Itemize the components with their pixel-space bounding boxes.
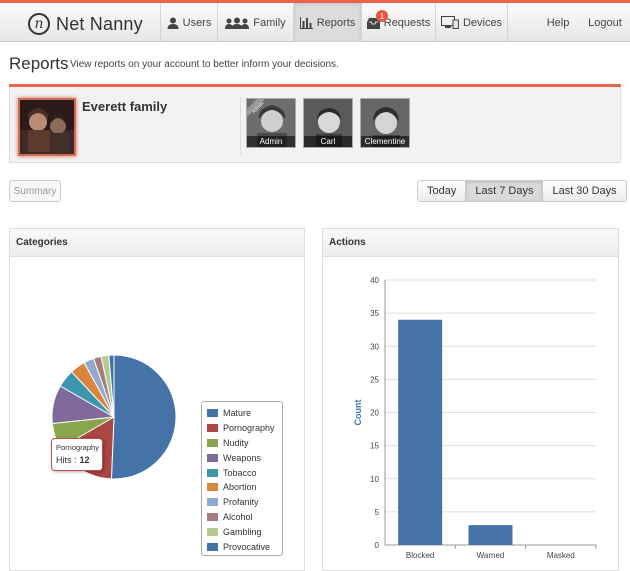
page-title: Reports xyxy=(9,54,69,73)
y-tick-label: 30 xyxy=(370,342,379,351)
nav-users[interactable]: Users xyxy=(160,3,217,42)
legend-label: Pornography xyxy=(223,423,275,434)
page-subtitle: View reports on your account to better i… xyxy=(70,59,339,70)
logo-mark-icon: n xyxy=(28,13,50,35)
user-icon xyxy=(167,17,179,29)
net-nanny-logo[interactable]: n Net Nanny xyxy=(28,10,143,38)
nav-users-label: Users xyxy=(182,16,212,29)
legend-swatch xyxy=(207,512,218,521)
nav-devices-label: Devices xyxy=(462,16,503,29)
actions-bar-chart: 0 5 10 15 20 25 30 35 40 Count Blocked Warned Masked xyxy=(353,276,597,560)
y-axis-label: Count xyxy=(353,400,363,426)
x-tick-label: Warned xyxy=(477,551,505,560)
legend-item-weapons[interactable]: Weapons xyxy=(207,450,282,465)
actions-panel: Actions 0 5 10 15 20 25 30 35 40 Count Blocked Warn… xyxy=(322,228,619,571)
legend-label: Alcohol xyxy=(223,511,253,522)
logout-link[interactable]: Logout xyxy=(584,3,626,42)
member-admin[interactable]: Admin Admin xyxy=(246,98,296,148)
legend-label: Profanity xyxy=(223,497,259,508)
y-tick-label: 20 xyxy=(370,409,379,418)
y-tick-label: 35 xyxy=(370,309,379,318)
bar-chart-icon xyxy=(299,16,313,29)
legend-swatch xyxy=(207,498,218,507)
family-icon xyxy=(225,17,250,29)
legend-label: Mature xyxy=(223,408,252,419)
nav-devices[interactable]: Devices xyxy=(435,3,508,42)
member-name: Carl xyxy=(304,136,352,147)
top-nav-bar: n Net Nanny Users Family Reports Request… xyxy=(0,0,630,42)
y-tick-label: 5 xyxy=(375,508,380,517)
legend-swatch xyxy=(207,483,218,492)
family-name: Everett family xyxy=(82,99,168,114)
legend-item-pornography[interactable]: Pornography xyxy=(207,421,282,436)
categories-panel: Categories Mature Pornography Nudity Weapon… xyxy=(9,228,305,571)
legend-swatch xyxy=(207,453,218,462)
legend-label: Weapons xyxy=(223,452,261,463)
pie-tooltip: Pornography Hits :12 xyxy=(51,438,103,471)
legend-label: Abortion xyxy=(223,482,257,493)
legend-label: Provocative xyxy=(223,541,271,552)
y-tick-label: 25 xyxy=(370,375,379,384)
pie-slice-mature[interactable] xyxy=(110,354,177,480)
legend-item-tobacco[interactable]: Tobacco xyxy=(207,465,282,480)
nav-reports[interactable]: Reports xyxy=(293,3,361,42)
requests-count-badge: 1 xyxy=(376,10,388,22)
categories-legend: Mature Pornography Nudity Weapons Tobacco Abo… xyxy=(201,401,283,556)
x-tick-label: Blocked xyxy=(406,551,434,560)
help-link[interactable]: Help xyxy=(538,3,578,42)
summary-button[interactable]: Summary xyxy=(9,180,61,202)
legend-label: Tobacco xyxy=(223,467,257,478)
devices-icon xyxy=(440,16,459,29)
y-tick-label: 10 xyxy=(370,475,379,484)
legend-swatch xyxy=(207,527,218,536)
y-tick-label: 0 xyxy=(375,541,380,550)
tooltip-hits-label: Hits : xyxy=(56,455,77,465)
nav-family-label: Family xyxy=(253,16,286,29)
legend-item-mature[interactable]: Mature xyxy=(207,406,282,421)
range-today-button[interactable]: Today xyxy=(418,181,467,201)
legend-swatch xyxy=(207,468,218,477)
legend-item-abortion[interactable]: Abortion xyxy=(207,480,282,495)
member-name: Admin xyxy=(247,136,295,147)
app-name: Net Nanny xyxy=(56,13,143,34)
legend-item-gambling[interactable]: Gambling xyxy=(207,524,282,539)
legend-label: Gambling xyxy=(223,526,262,537)
legend-item-provocative[interactable]: Provocative xyxy=(207,539,282,554)
member-clementine[interactable]: Clementine xyxy=(360,98,410,148)
x-tick-label: Masked xyxy=(547,551,575,560)
help-label: Help xyxy=(546,16,570,29)
nav-family[interactable]: Family xyxy=(217,3,293,42)
family-panel: Everett family Admin Admin Carl Clementi… xyxy=(9,87,621,163)
tooltip-category: Pornography xyxy=(56,443,99,452)
tooltip-hits-value: 12 xyxy=(79,455,90,465)
member-name: Clementine xyxy=(361,136,409,147)
tooltip-hits: Hits :12 xyxy=(56,455,102,465)
nav-reports-label: Reports xyxy=(316,16,356,29)
legend-swatch xyxy=(207,438,218,447)
nav-requests-label: Requests xyxy=(383,16,431,29)
member-divider xyxy=(240,97,241,155)
y-tick-label: 40 xyxy=(370,276,379,285)
legend-item-profanity[interactable]: Profanity xyxy=(207,495,282,510)
range-last-7-days-button[interactable]: Last 7 Days xyxy=(466,181,544,201)
range-last-30-days-button[interactable]: Last 30 Days xyxy=(543,181,626,201)
y-tick-label: 15 xyxy=(370,442,379,451)
legend-item-nudity[interactable]: Nudity xyxy=(207,436,282,451)
family-avatar[interactable] xyxy=(18,98,76,156)
bar-warned[interactable] xyxy=(468,525,513,545)
nav-requests[interactable]: Requests xyxy=(361,3,435,42)
legend-swatch xyxy=(207,542,218,551)
actions-panel-title: Actions xyxy=(323,229,618,257)
legend-swatch xyxy=(207,409,218,418)
admin-ribbon: Admin xyxy=(247,99,266,117)
legend-item-alcohol[interactable]: Alcohol xyxy=(207,510,282,525)
bar-blocked[interactable] xyxy=(398,319,443,545)
categories-panel-title: Categories xyxy=(10,229,304,257)
date-range-group: Today Last 7 Days Last 30 Days xyxy=(417,180,627,202)
logout-label: Logout xyxy=(588,16,622,29)
legend-swatch xyxy=(207,424,218,433)
legend-label: Nudity xyxy=(223,437,249,448)
member-carl[interactable]: Carl xyxy=(303,98,353,148)
